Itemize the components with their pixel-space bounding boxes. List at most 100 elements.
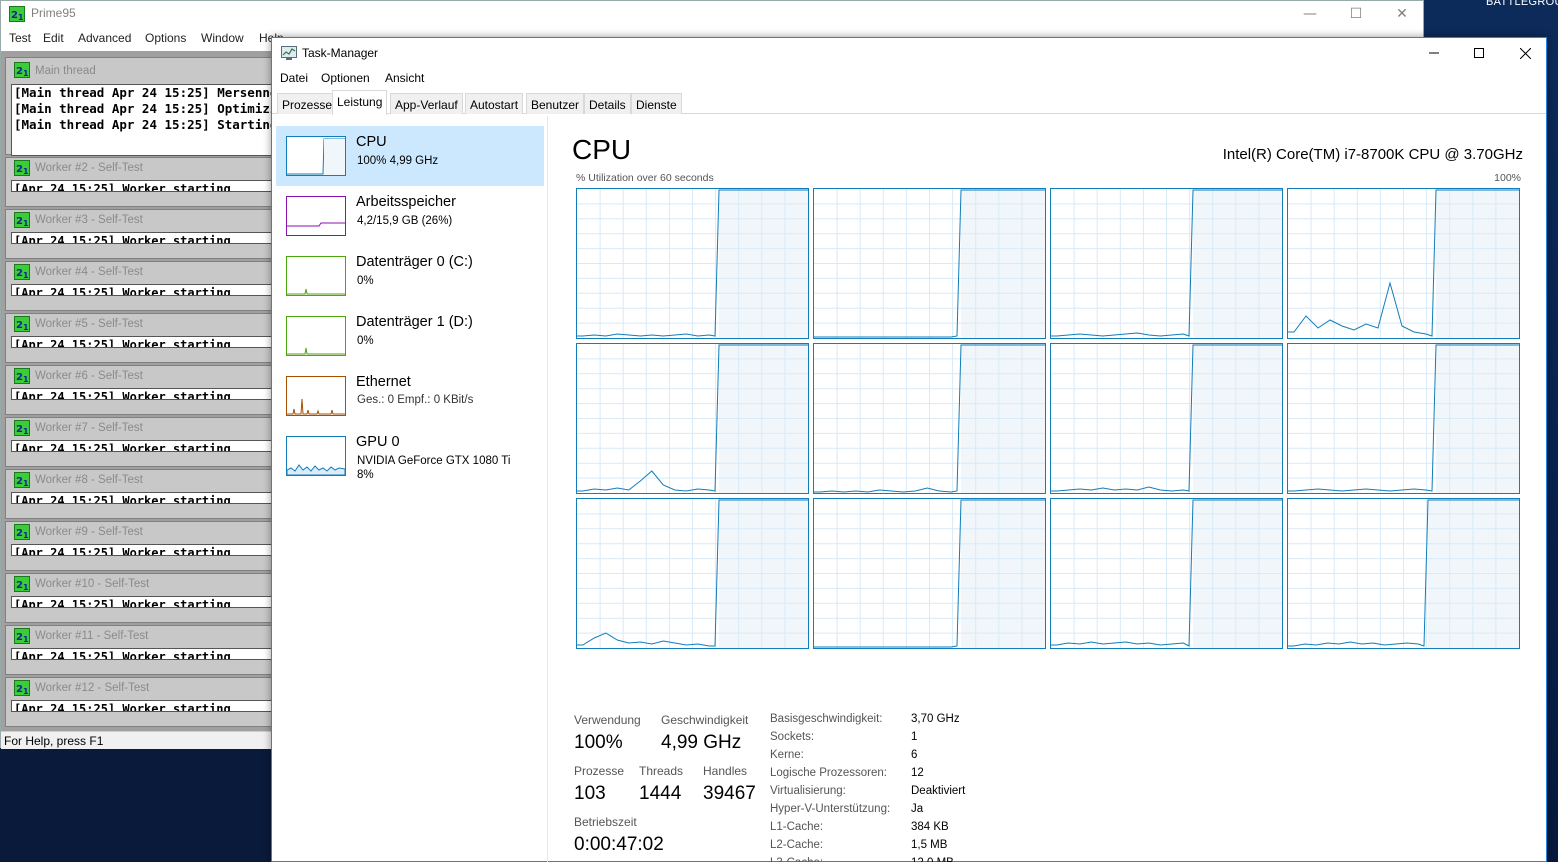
svg-text:1: 1 <box>23 219 29 228</box>
close-icon[interactable]: ✕ <box>1379 1 1425 27</box>
worker-titlebar[interactable]: 2 1 Worker #8 - Self-Test <box>6 470 272 490</box>
log-line: [Apr 24 15:25] Worker starting <box>14 598 231 608</box>
menu-test[interactable]: Test <box>9 31 31 45</box>
worker-log[interactable]: [Apr 24 15:25] Worker starting <box>11 336 272 348</box>
task-manager-titlebar[interactable]: Task-Manager <box>272 38 1546 68</box>
worker-window[interactable]: 2 1 Worker #11 - Self-Test [Apr 24 15:25] W… <box>5 625 273 675</box>
log-line: [Apr 24 15:25] Worker starting <box>14 702 231 712</box>
logical-processor-graph[interactable] <box>813 498 1046 649</box>
logical-processor-graph[interactable] <box>576 188 809 339</box>
worker-titlebar[interactable]: 2 1 Worker #4 - Self-Test <box>6 262 272 282</box>
worker-window[interactable]: 2 1 Worker #6 - Self-Test [Apr 24 15:25] Wo… <box>5 365 273 415</box>
worker-log[interactable]: [Apr 24 15:25] Worker starting <box>11 180 272 192</box>
worker-window[interactable]: 2 1 Worker #8 - Self-Test [Apr 24 15:25] Wo… <box>5 469 273 519</box>
info-value: Ja <box>911 803 924 815</box>
tab-app-verlauf[interactable]: App-Verlauf <box>390 93 463 114</box>
logical-processor-graph[interactable] <box>813 343 1046 494</box>
minimize-icon[interactable] <box>1411 38 1457 68</box>
tab-benutzer[interactable]: Benutzer <box>526 93 585 114</box>
worker-titlebar[interactable]: 2 1 Worker #6 - Self-Test <box>6 366 272 386</box>
maximize-icon[interactable] <box>1456 38 1502 68</box>
log-line: [Main thread Apr 24 15:25] Optimizing fo <box>14 101 271 116</box>
svg-text:1: 1 <box>18 13 24 22</box>
worker-log[interactable]: [Apr 24 15:25] Worker starting <box>11 596 272 608</box>
menu-options[interactable]: Options <box>145 31 186 45</box>
resource-name: Datenträger 1 (D:) <box>356 314 473 330</box>
worker-window[interactable]: 2 1 Worker #9 - Self-Test [Apr 24 15:25] Wo… <box>5 521 273 571</box>
menu-ansicht[interactable]: Ansicht <box>385 71 424 85</box>
worker-titlebar[interactable]: 2 1 Worker #12 - Self-Test <box>6 678 272 698</box>
tab-autostart[interactable]: Autostart <box>465 93 524 114</box>
worker-log[interactable]: [Apr 24 15:25] Worker starting <box>11 284 272 296</box>
logical-processor-graph[interactable] <box>1287 343 1520 494</box>
worker-log[interactable]: [Apr 24 15:25] Worker starting <box>11 232 272 244</box>
menu-window[interactable]: Window <box>201 31 244 45</box>
desktop-shortcut-label[interactable]: BATTLEGROU <box>1486 0 1558 8</box>
utilization-label: % Utilization over 60 seconds <box>576 172 714 184</box>
close-icon[interactable] <box>1502 38 1548 68</box>
threads-value: 1444 <box>639 783 682 804</box>
worker-titlebar[interactable]: 2 1 Worker #2 - Self-Test <box>6 158 272 178</box>
prime95-titlebar[interactable]: 2 1 Prime95 — ☐ ✕ <box>1 1 1423 27</box>
maximize-icon[interactable]: ☐ <box>1333 1 1379 27</box>
worker-log[interactable]: [Apr 24 15:25] Worker starting <box>11 648 272 660</box>
tab-leistung[interactable]: Leistung <box>332 90 388 115</box>
resource-memory[interactable]: Arbeitsspeicher 4,2/15,9 GB (26%) <box>276 186 544 246</box>
cpu-model-name: Intel(R) Core(TM) i7-8700K CPU @ 3.70GHz <box>1222 146 1523 163</box>
worker-window[interactable]: 2 1 Worker #5 - Self-Test [Apr 24 15:25] Wo… <box>5 313 273 363</box>
worker-titlebar[interactable]: 2 1 Worker #10 - Self-Test <box>6 574 272 594</box>
worker-window[interactable]: 2 1 Worker #2 - Self-Test [Apr 24 15:25] Wo… <box>5 157 273 207</box>
menu-advanced[interactable]: Advanced <box>78 31 131 45</box>
logical-processor-graph[interactable] <box>813 188 1046 339</box>
tab-dienste[interactable]: Dienste <box>631 93 682 114</box>
tab-details[interactable]: Details <box>584 93 631 114</box>
worker-titlebar[interactable]: 2 1 Worker #11 - Self-Test <box>6 626 272 646</box>
logical-processor-graph[interactable] <box>1050 188 1283 339</box>
worker-titlebar[interactable]: 2 1 Worker #9 - Self-Test <box>6 522 272 542</box>
logical-processor-graphs[interactable] <box>576 188 1522 650</box>
info-key: L1-Cache: <box>770 821 824 833</box>
worker-log[interactable]: [Apr 24 15:25] Worker starting <box>11 388 272 400</box>
menu-datei[interactable]: Datei <box>280 71 308 85</box>
speed-label: Geschwindigkeit <box>661 713 749 727</box>
logical-processor-graph[interactable] <box>576 498 809 649</box>
worker-log[interactable]: [Apr 24 15:25] Worker starting <box>11 544 272 556</box>
worker-log[interactable]: [Apr 24 15:25] Worker starting <box>11 492 272 504</box>
worker-titlebar[interactable]: 2 1 Worker #5 - Self-Test <box>6 314 272 334</box>
menu-optionen[interactable]: Optionen <box>321 71 370 85</box>
main-thread-log[interactable]: [Main thread Apr 24 15:25] Mersenne nu [… <box>11 84 272 156</box>
main-thread-window[interactable]: 2 1 Main thread [Main thread Apr 24 15:2… <box>5 57 273 156</box>
svg-text:2: 2 <box>16 424 23 435</box>
prime95-logo-icon: 21 <box>14 420 30 436</box>
worker-log[interactable]: [Apr 24 15:25] Worker starting <box>11 440 272 452</box>
logical-processor-graph[interactable] <box>1050 498 1283 649</box>
logical-processor-graph[interactable] <box>576 343 809 494</box>
resource-gpu[interactable]: GPU 0 NVIDIA GeForce GTX 1080 Ti 8% <box>276 426 544 486</box>
resource-disk-1[interactable]: Datenträger 1 (D:) 0% <box>276 306 544 366</box>
worker-window[interactable]: 2 1 Worker #10 - Self-Test [Apr 24 15:25] W… <box>5 573 273 623</box>
main-thread-titlebar[interactable]: 2 1 Main thread <box>6 58 272 82</box>
svg-text:2: 2 <box>16 684 23 695</box>
disk1-thumbnail-graph <box>286 316 346 356</box>
resource-ethernet[interactable]: Ethernet Ges.: 0 Empf.: 0 KBit/s <box>276 366 544 426</box>
log-line: [Main thread Apr 24 15:25] Starting work <box>14 117 272 132</box>
tab-prozesse[interactable]: Prozesse <box>277 93 338 114</box>
worker-window[interactable]: 2 1 Worker #4 - Self-Test [Apr 24 15:25] Wo… <box>5 261 273 311</box>
logical-processor-graph[interactable] <box>1050 343 1283 494</box>
info-key: Hyper-V-Unterstützung: <box>770 803 891 815</box>
worker-log[interactable]: [Apr 24 15:25] Worker starting <box>11 700 272 712</box>
speed-value: 4,99 GHz <box>661 732 742 753</box>
resource-name: Datenträger 0 (C:) <box>356 254 473 270</box>
worker-titlebar[interactable]: 2 1 Worker #7 - Self-Test <box>6 418 272 438</box>
resource-cpu[interactable]: CPU 100% 4,99 GHz <box>276 126 544 186</box>
logical-processor-graph[interactable] <box>1287 188 1520 339</box>
menu-edit[interactable]: Edit <box>43 31 64 45</box>
worker-window[interactable]: 2 1 Worker #12 - Self-Test [Apr 24 15:25] W… <box>5 677 273 727</box>
worker-titlebar[interactable]: 2 1 Worker #3 - Self-Test <box>6 210 272 230</box>
svg-text:2: 2 <box>16 164 23 175</box>
minimize-icon[interactable]: — <box>1287 1 1333 27</box>
worker-window[interactable]: 2 1 Worker #3 - Self-Test [Apr 24 15:25] Wo… <box>5 209 273 259</box>
logical-processor-graph[interactable] <box>1287 498 1520 649</box>
resource-disk-0[interactable]: Datenträger 0 (C:) 0% <box>276 246 544 306</box>
worker-window[interactable]: 2 1 Worker #7 - Self-Test [Apr 24 15:25] Wo… <box>5 417 273 467</box>
